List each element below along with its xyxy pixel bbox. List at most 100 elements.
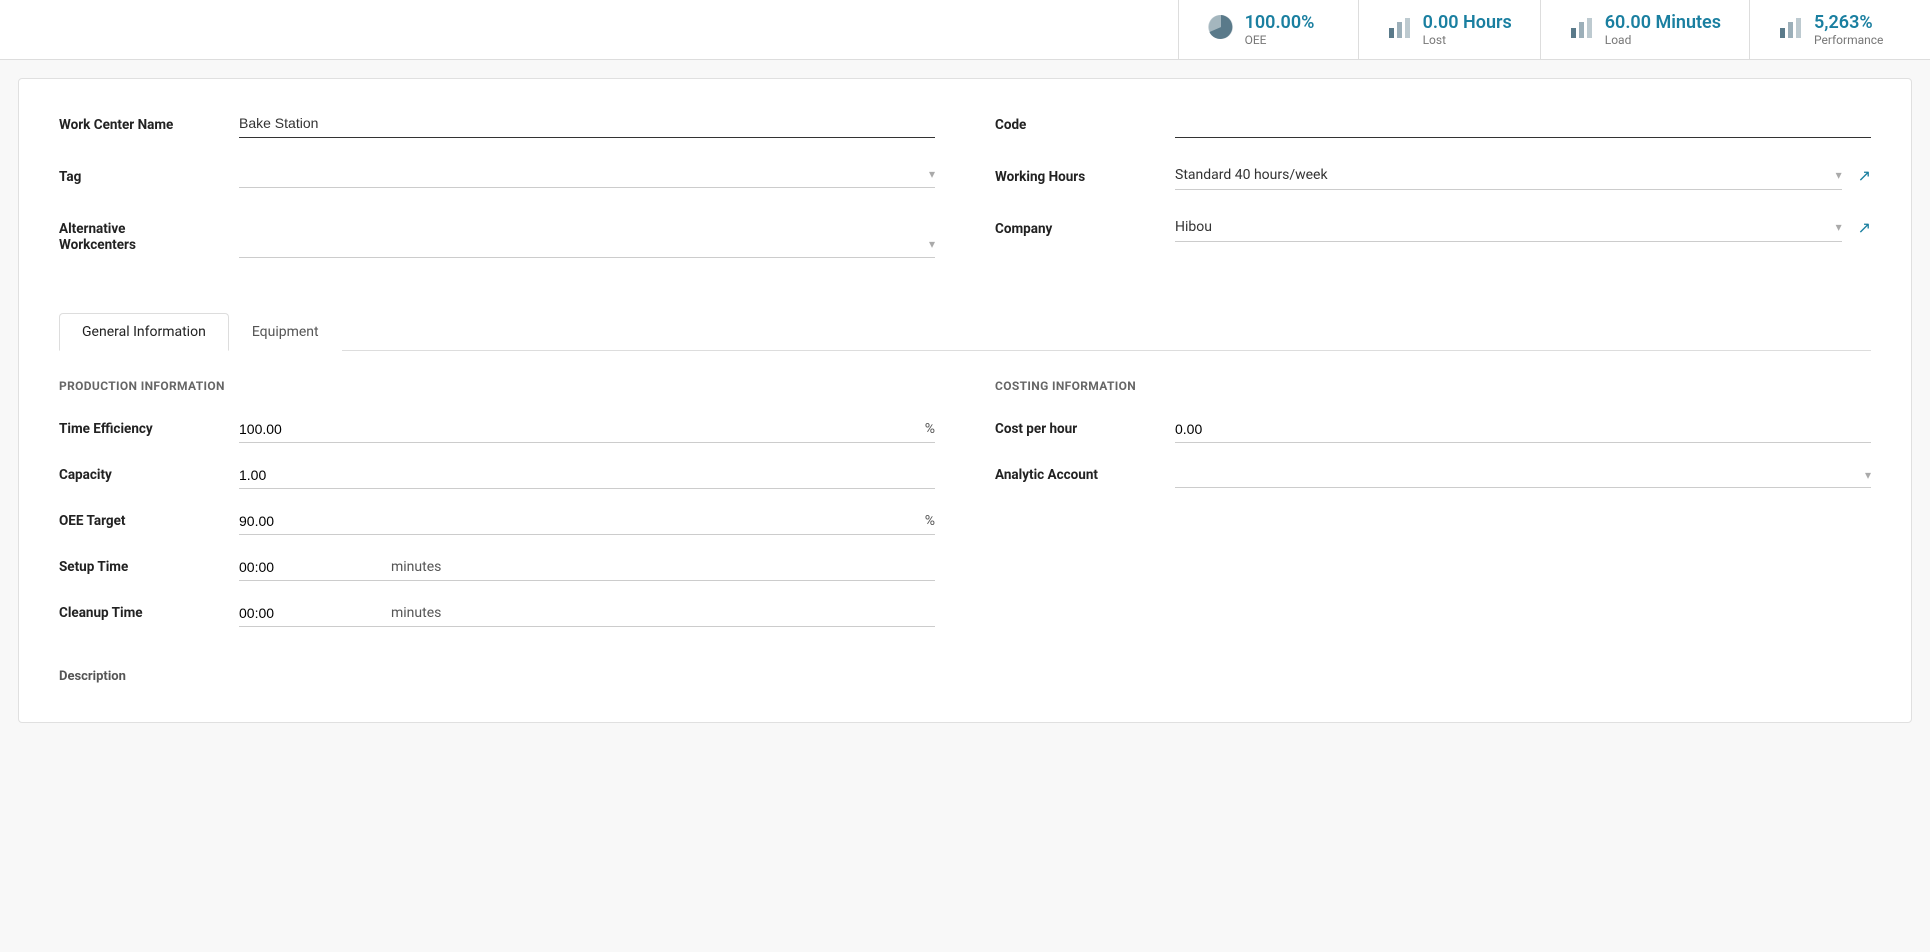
company-value: Hibou xyxy=(1175,219,1836,235)
capacity-row: Capacity xyxy=(59,457,935,493)
cost-per-hour-row: Cost per hour xyxy=(995,411,1871,447)
time-efficiency-label: Time Efficiency xyxy=(59,421,239,437)
tag-chevron-icon: ▾ xyxy=(929,167,935,181)
working-hours-field: Standard 40 hours/week ▾ ↗ xyxy=(1175,161,1871,190)
oee-target-row: OEE Target % xyxy=(59,503,935,539)
setup-time-row: Setup Time minutes xyxy=(59,549,935,585)
lost-value: 0.00 Hours xyxy=(1423,12,1512,33)
performance-value: 5,263% xyxy=(1814,12,1883,33)
tag-field: ▾ xyxy=(239,161,935,188)
company-field: Hibou ▾ ↗ xyxy=(1175,213,1871,242)
alternative-workcenters-field: ▾ xyxy=(239,213,935,258)
description-section: Description xyxy=(59,669,1871,684)
work-center-name-row: Work Center Name xyxy=(59,109,935,147)
capacity-label: Capacity xyxy=(59,467,239,483)
load-icon xyxy=(1569,14,1595,46)
setup-time-unit: minutes xyxy=(391,559,441,575)
analytic-account-row: Analytic Account ▾ xyxy=(995,457,1871,493)
setup-time-label: Setup Time xyxy=(59,559,239,575)
load-label: Load xyxy=(1605,33,1721,47)
production-section-header: Production Information xyxy=(59,379,935,393)
tag-label: Tag xyxy=(59,161,239,185)
setup-time-input[interactable] xyxy=(239,559,379,575)
oee-target-field: % xyxy=(239,508,935,535)
analytic-account-label: Analytic Account xyxy=(995,467,1175,483)
working-hours-label: Working Hours xyxy=(995,161,1175,185)
costing-section-header: Costing Information xyxy=(995,379,1871,393)
company-select[interactable]: Hibou ▾ xyxy=(1175,213,1842,242)
alternative-workcenters-chevron-icon: ▾ xyxy=(929,237,935,251)
tab-general-information[interactable]: General Information xyxy=(59,313,229,351)
cleanup-time-row: Cleanup Time minutes xyxy=(59,595,935,631)
oee-icon xyxy=(1207,13,1235,47)
performance-text: 5,263% Performance xyxy=(1814,12,1883,47)
code-input[interactable] xyxy=(1175,109,1871,138)
costing-section: Costing Information Cost per hour Analyt… xyxy=(995,379,1871,641)
oee-label: OEE xyxy=(1245,33,1315,47)
tabs-container: General Information Equipment xyxy=(59,313,1871,351)
code-row: Code xyxy=(995,109,1871,147)
lost-text: 0.00 Hours Lost xyxy=(1423,12,1512,47)
time-efficiency-input[interactable] xyxy=(239,421,917,437)
tab-equipment[interactable]: Equipment xyxy=(229,313,342,351)
stat-oee[interactable]: 100.00% OEE xyxy=(1179,0,1359,59)
cost-per-hour-label: Cost per hour xyxy=(995,421,1175,437)
working-hours-select[interactable]: Standard 40 hours/week ▾ xyxy=(1175,161,1842,190)
stat-lost[interactable]: 0.00 Hours Lost xyxy=(1359,0,1541,59)
time-efficiency-field: % xyxy=(239,416,935,443)
main-content: Work Center Name Tag ▾ AlternativeWorkce… xyxy=(18,78,1912,723)
working-hours-chevron-icon: ▾ xyxy=(1836,168,1842,182)
tab-content-general: Production Information Time Efficiency %… xyxy=(59,379,1871,684)
cost-per-hour-input[interactable] xyxy=(1175,421,1871,437)
tag-row: Tag ▾ xyxy=(59,161,935,199)
working-hours-external-link-icon[interactable]: ↗ xyxy=(1858,166,1871,185)
work-center-name-label: Work Center Name xyxy=(59,109,239,133)
cleanup-time-input[interactable] xyxy=(239,605,379,621)
form-left: Work Center Name Tag ▾ AlternativeWorkce… xyxy=(59,109,935,283)
work-center-name-input[interactable] xyxy=(239,109,935,138)
oee-target-label: OEE Target xyxy=(59,513,239,529)
load-text: 60.00 Minutes Load xyxy=(1605,12,1721,47)
company-row: Company Hibou ▾ ↗ xyxy=(995,213,1871,251)
cleanup-time-unit: minutes xyxy=(391,605,441,621)
working-hours-row: Working Hours Standard 40 hours/week ▾ ↗ xyxy=(995,161,1871,199)
code-field xyxy=(1175,109,1871,138)
load-value: 60.00 Minutes xyxy=(1605,12,1721,33)
performance-label: Performance xyxy=(1814,33,1883,47)
analytic-account-select[interactable]: ▾ xyxy=(1175,463,1871,488)
oee-target-unit: % xyxy=(925,513,935,529)
alternative-workcenters-label: AlternativeWorkcenters xyxy=(59,213,239,253)
code-label: Code xyxy=(995,109,1175,133)
company-external-link-icon[interactable]: ↗ xyxy=(1858,218,1871,237)
cleanup-time-label: Cleanup Time xyxy=(59,605,239,621)
company-chevron-icon: ▾ xyxy=(1836,220,1842,234)
stats-spacer xyxy=(0,0,1179,59)
stat-load[interactable]: 60.00 Minutes Load xyxy=(1541,0,1750,59)
production-section: Production Information Time Efficiency %… xyxy=(59,379,935,641)
lost-label: Lost xyxy=(1423,33,1512,47)
stats-bar: 100.00% OEE 0.00 Hours Lost 60.00 Minute xyxy=(0,0,1930,60)
section-grid: Production Information Time Efficiency %… xyxy=(59,379,1871,641)
oee-target-input[interactable] xyxy=(239,513,917,529)
cost-per-hour-field xyxy=(1175,416,1871,443)
oee-text: 100.00% OEE xyxy=(1245,12,1315,47)
performance-icon xyxy=(1778,14,1804,46)
working-hours-value: Standard 40 hours/week xyxy=(1175,167,1836,183)
capacity-field xyxy=(239,462,935,489)
form-right: Code Working Hours Standard 40 hours/wee… xyxy=(995,109,1871,283)
cleanup-time-field: minutes xyxy=(239,600,935,627)
alternative-workcenters-select[interactable]: ▾ xyxy=(239,231,935,258)
description-label: Description xyxy=(59,669,1871,684)
time-efficiency-unit: % xyxy=(925,421,935,437)
lost-icon xyxy=(1387,14,1413,46)
work-center-name-field xyxy=(239,109,935,138)
setup-time-field: minutes xyxy=(239,554,935,581)
capacity-input[interactable] xyxy=(239,467,935,483)
time-efficiency-row: Time Efficiency % xyxy=(59,411,935,447)
company-label: Company xyxy=(995,213,1175,237)
oee-value: 100.00% xyxy=(1245,12,1315,33)
analytic-account-chevron-icon: ▾ xyxy=(1865,468,1871,482)
tag-select[interactable]: ▾ xyxy=(239,161,935,188)
alternative-workcenters-row: AlternativeWorkcenters ▾ xyxy=(59,213,935,269)
stat-performance[interactable]: 5,263% Performance xyxy=(1750,0,1930,59)
